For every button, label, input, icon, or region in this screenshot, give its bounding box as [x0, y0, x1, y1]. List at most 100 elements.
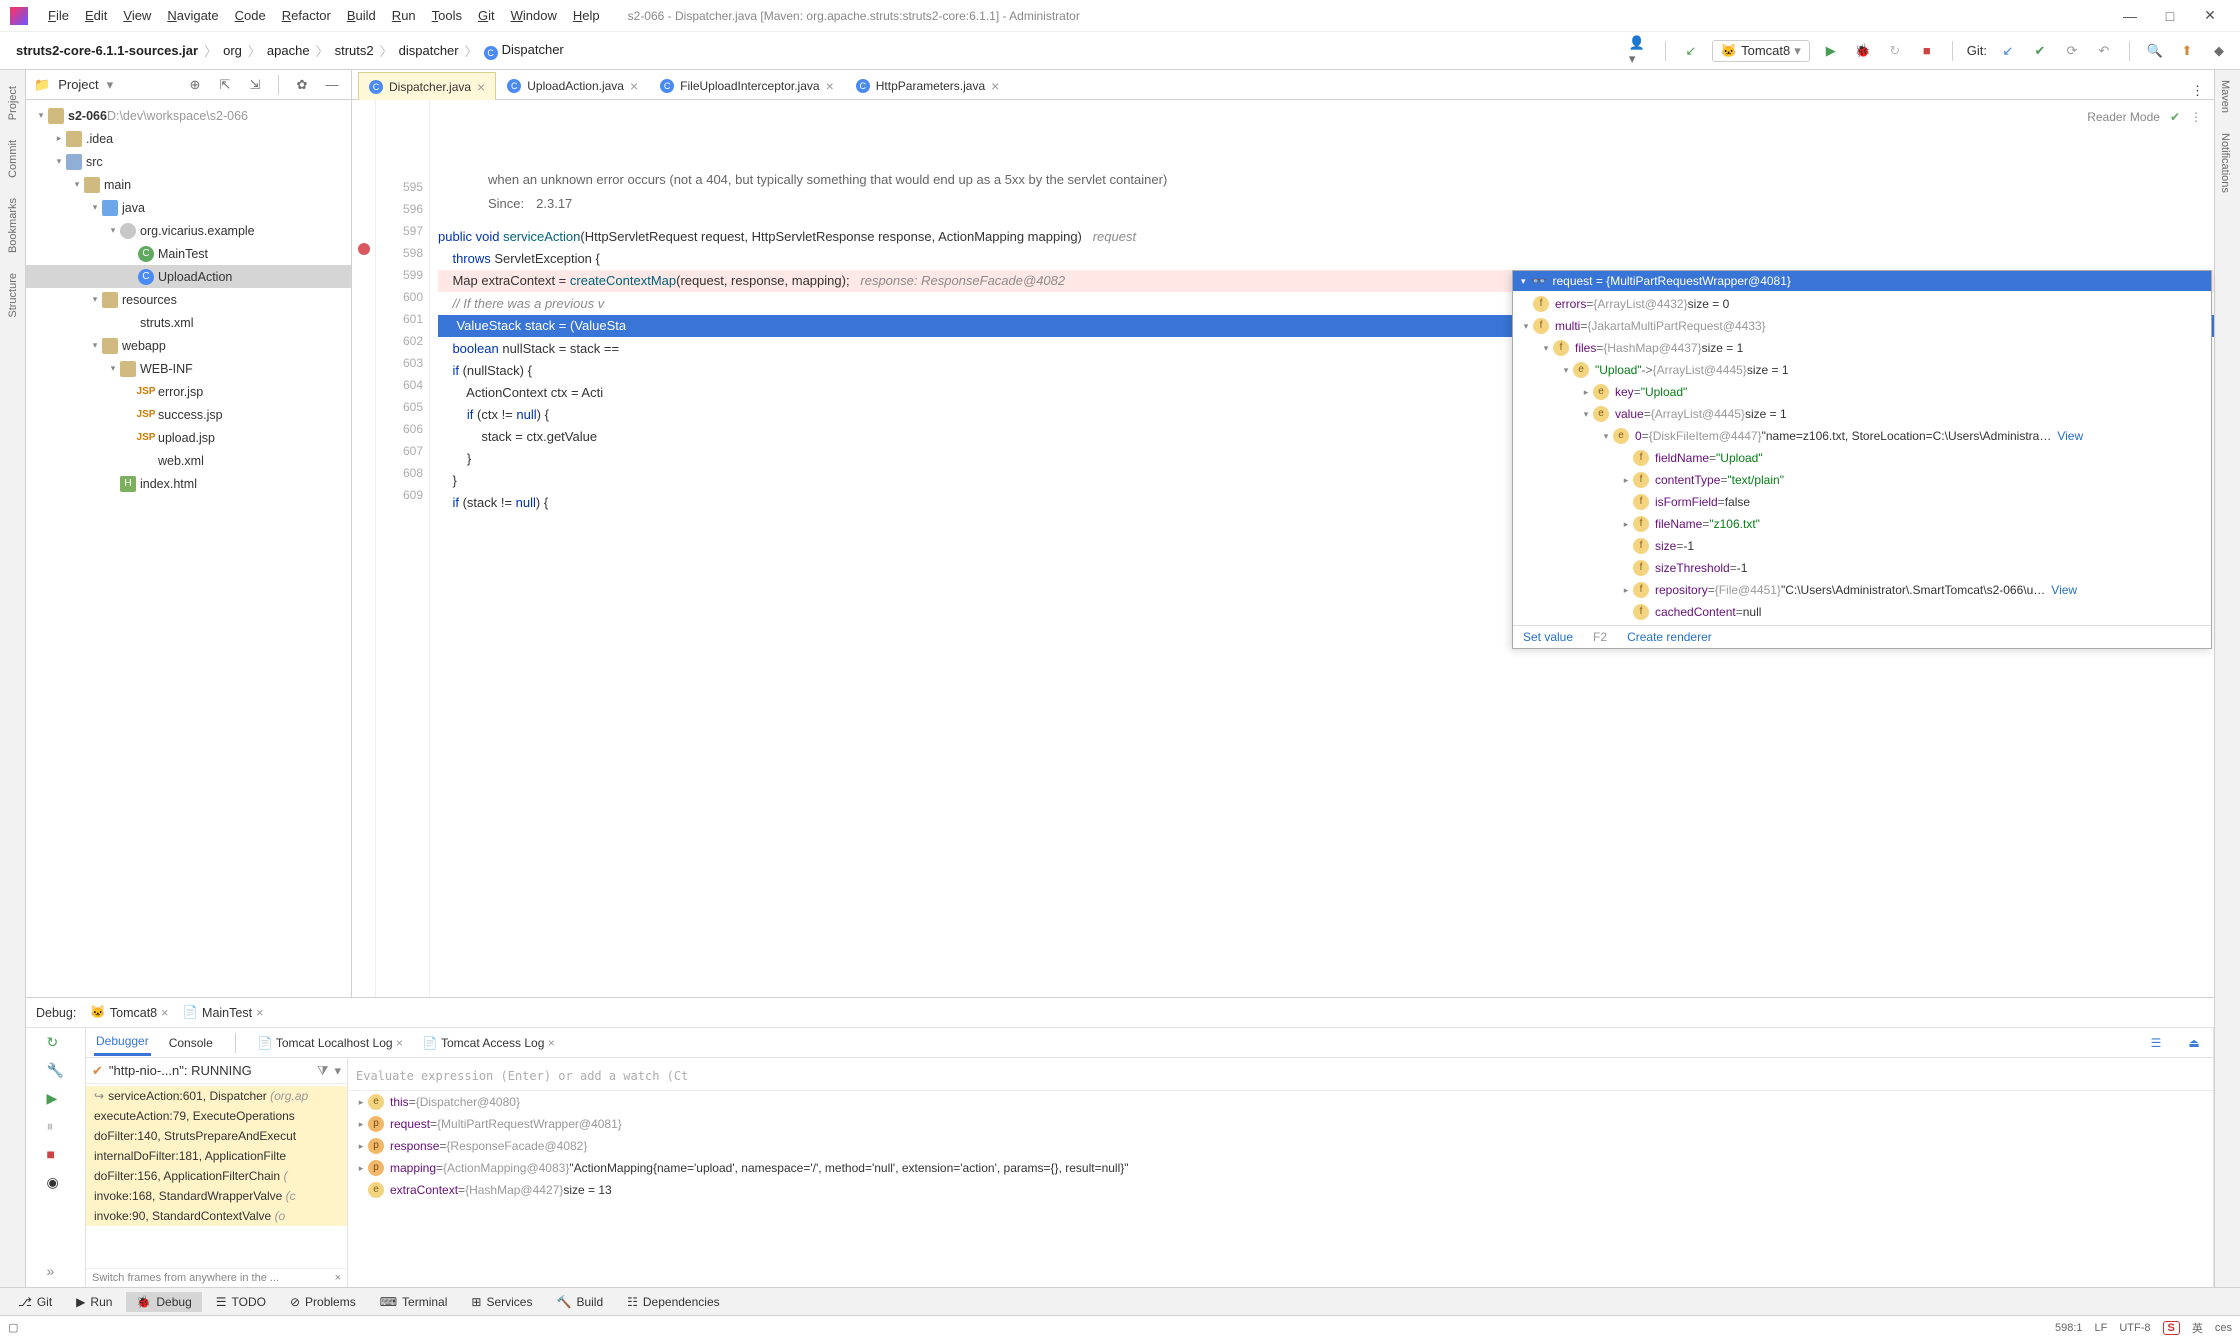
tool-tab-debug[interactable]: 🐞Debug — [126, 1292, 201, 1312]
tree-node[interactable]: ▾src — [26, 150, 351, 173]
tool-tab-todo[interactable]: ☰TODO — [206, 1292, 276, 1312]
tool-tab-git[interactable]: ⎇Git — [8, 1292, 62, 1312]
line-sep[interactable]: LF — [2095, 1322, 2108, 1334]
view-link[interactable]: View — [2051, 579, 2077, 601]
variable-row[interactable]: ▸presponse = {ResponseFacade@4082} — [348, 1135, 2213, 1157]
editor-more-icon[interactable]: ⋮ — [2190, 106, 2202, 128]
menu-navigate[interactable]: Navigate — [159, 5, 226, 26]
project-tree[interactable]: ▾s2-066 D:\dev\workspace\s2-066▸.idea▾sr… — [26, 100, 351, 997]
evaluate-input[interactable]: Evaluate expression (Enter) or add a wat… — [348, 1062, 2213, 1091]
view-link[interactable]: View — [2057, 425, 2083, 447]
menu-tools[interactable]: Tools — [424, 5, 470, 26]
tool-notifications[interactable]: Notifications — [2215, 123, 2235, 203]
minimize-button[interactable]: — — [2110, 8, 2150, 24]
variable-row[interactable]: fsize = -1 — [1513, 535, 2211, 557]
variable-row[interactable]: ▸ffileName = "z106.txt" — [1513, 513, 2211, 535]
thread-dump-icon[interactable]: ☰ — [2145, 1032, 2167, 1054]
input-lang[interactable]: 英 — [2192, 1320, 2203, 1336]
menu-refactor[interactable]: Refactor — [274, 5, 339, 26]
set-value-link[interactable]: Set value — [1523, 630, 1573, 644]
filter-icon[interactable]: ⧩ — [317, 1063, 329, 1079]
hide-icon[interactable]: — — [321, 74, 343, 96]
tree-node[interactable]: CMainTest — [26, 242, 351, 265]
tool-tab-terminal[interactable]: ⌨Terminal — [370, 1292, 458, 1312]
jetbrains-icon[interactable]: ◆ — [2208, 40, 2230, 62]
close-tab-icon[interactable]: × — [826, 78, 834, 94]
tree-node[interactable]: ▾main — [26, 173, 351, 196]
debug-button[interactable]: 🐞 — [1852, 40, 1874, 62]
tree-node[interactable]: ▾s2-066 D:\dev\workspace\s2-066 — [26, 104, 351, 127]
stack-frame[interactable]: invoke:90, StandardContextValve (o — [86, 1206, 347, 1226]
git-pull-icon[interactable]: ↙ — [1997, 40, 2019, 62]
git-commit-icon[interactable]: ✔ — [2029, 40, 2051, 62]
close-hint-icon[interactable]: × — [335, 1272, 341, 1284]
coverage-button[interactable]: ↻ — [1884, 40, 1906, 62]
menu-run[interactable]: Run — [384, 5, 424, 26]
tree-node[interactable]: ▾webapp — [26, 334, 351, 357]
git-rollback-icon[interactable]: ↶ — [2093, 40, 2115, 62]
tool-maven[interactable]: Maven — [2215, 70, 2235, 123]
tool-tab-run[interactable]: ▶Run — [66, 1292, 122, 1312]
tree-node[interactable]: Hindex.html — [26, 472, 351, 495]
overhead-icon[interactable]: ⏏ — [2183, 1032, 2205, 1054]
tree-node[interactable]: JSPerror.jsp — [26, 380, 351, 403]
tool-commit[interactable]: Commit — [4, 130, 22, 188]
breadcrumb-item[interactable]: org — [217, 41, 248, 60]
menu-file[interactable]: File — [40, 5, 77, 26]
tool-tab-build[interactable]: 🔨Build — [546, 1292, 613, 1312]
tab-console[interactable]: Console — [167, 1031, 215, 1055]
variable-row[interactable]: ferrors = {ArrayList@4432} size = 0 — [1513, 293, 2211, 315]
tree-node[interactable]: ▾WEB-INF — [26, 357, 351, 380]
tool-bookmarks[interactable]: Bookmarks — [4, 188, 22, 263]
reader-mode-check-icon[interactable]: ✔ — [2170, 106, 2180, 128]
breadcrumb-item[interactable]: CDispatcher — [478, 40, 570, 62]
collapse-icon[interactable]: ▾ — [1521, 276, 1526, 287]
breadcrumb-item[interactable]: struts2-core-6.1.1-sources.jar — [10, 41, 204, 60]
breakpoints-icon[interactable]: ◉ — [47, 1174, 65, 1192]
tab-debugger[interactable]: Debugger — [94, 1029, 151, 1056]
menu-help[interactable]: Help — [565, 5, 608, 26]
breadcrumb-item[interactable]: apache — [261, 41, 316, 60]
variable-row[interactable]: ▾fmulti = {JakartaMultiPartRequest@4433} — [1513, 315, 2211, 337]
variable-row[interactable]: ffieldName = "Upload" — [1513, 447, 2211, 469]
tree-node[interactable]: JSPsuccess.jsp — [26, 403, 351, 426]
variable-row[interactable]: ▾evalue = {ArrayList@4445} size = 1 — [1513, 403, 2211, 425]
tab-access-log[interactable]: 📄 Tomcat Access Log × — [421, 1031, 557, 1055]
config-icon[interactable]: 🔧 — [47, 1062, 65, 1080]
variable-row[interactable]: ▸frepository = {File@4451} "C:\Users\Adm… — [1513, 579, 2211, 601]
stack-frame[interactable]: doFilter:140, StrutsPrepareAndExecut — [86, 1126, 347, 1146]
tool-tab-problems[interactable]: ⊘Problems — [280, 1292, 366, 1312]
more-icon[interactable]: » — [47, 1263, 65, 1281]
git-history-icon[interactable]: ⟳ — [2061, 40, 2083, 62]
breadcrumb-item[interactable]: dispatcher — [393, 41, 465, 60]
editor-tab[interactable]: CFileUploadInterceptor.java× — [649, 71, 845, 99]
editor-tab[interactable]: CUploadAction.java× — [496, 71, 649, 99]
stack-frame[interactable]: invoke:168, StandardWrapperValve (c — [86, 1186, 347, 1206]
tree-node[interactable]: struts.xml — [26, 311, 351, 334]
tree-node[interactable]: ▾org.vicarius.example — [26, 219, 351, 242]
tool-project[interactable]: Project — [4, 76, 22, 130]
variable-row[interactable]: ▸ethis = {Dispatcher@4080} — [348, 1091, 2213, 1113]
menu-git[interactable]: Git — [470, 5, 503, 26]
run-button[interactable]: ▶ — [1820, 40, 1842, 62]
pause-icon[interactable]: ⏸ — [47, 1118, 65, 1136]
variable-row[interactable]: fcachedContent = null — [1513, 601, 2211, 623]
breakpoint-icon[interactable] — [358, 243, 370, 255]
user-icon[interactable]: 👤▾ — [1629, 40, 1651, 62]
locate-icon[interactable]: ⊕ — [184, 74, 206, 96]
variable-row[interactable]: fisFormField = false — [1513, 491, 2211, 513]
close-tab-icon[interactable]: × — [630, 78, 638, 94]
tab-localhost-log[interactable]: 📄 Tomcat Localhost Log × — [256, 1031, 405, 1055]
expand-icon[interactable]: ⇱ — [214, 74, 236, 96]
variable-row[interactable]: eextraContext = {HashMap@4427} size = 13 — [348, 1179, 2213, 1201]
close-tab-icon[interactable]: × — [991, 78, 999, 94]
stack-frame[interactable]: executeAction:79, ExecuteOperations — [86, 1106, 347, 1126]
stack-frame[interactable]: doFilter:156, ApplicationFilterChain ( — [86, 1166, 347, 1186]
ime-indicator[interactable]: S — [2163, 1321, 2180, 1335]
variable-row[interactable]: ▸fcontentType = "text/plain" — [1513, 469, 2211, 491]
tree-node[interactable]: CUploadAction — [26, 265, 351, 288]
close-button[interactable]: ✕ — [2190, 7, 2230, 24]
rerun-icon[interactable]: ↻ — [47, 1034, 65, 1052]
tree-node[interactable]: ▾resources — [26, 288, 351, 311]
stop-button[interactable]: ■ — [1916, 40, 1938, 62]
